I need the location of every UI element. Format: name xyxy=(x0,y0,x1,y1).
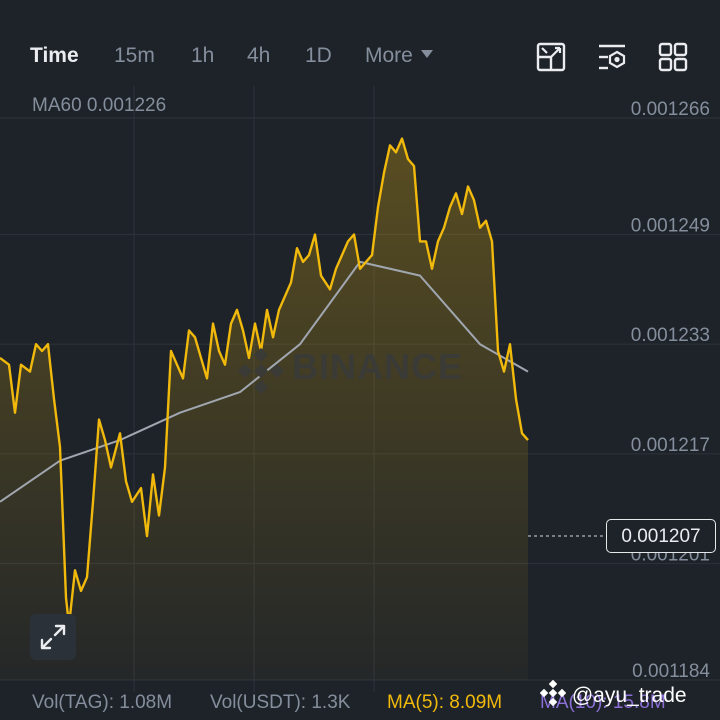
vol-tag: Vol(TAG): 1.08M xyxy=(32,692,173,713)
chart-toolbar: Time 15m 1h 4h 1D More xyxy=(0,28,720,84)
binance-small-logo-icon xyxy=(539,679,567,707)
tab-time[interactable]: Time xyxy=(30,44,79,68)
ma5-volume: MA(5): 8.09M xyxy=(387,692,503,713)
tab-1h[interactable]: 1h xyxy=(191,44,214,68)
user-handle: @ayu_trade xyxy=(571,684,687,707)
y-tick-label-3: 0.001217 xyxy=(631,435,710,456)
indicator-settings-icon[interactable] xyxy=(597,42,627,72)
vol-usdt: Vol(USDT): 1.3K xyxy=(210,692,351,713)
current-price-label: 0.001207 xyxy=(606,519,716,553)
tab-1d[interactable]: 1D xyxy=(305,44,332,68)
user-watermark: @ayu_trade xyxy=(539,679,687,708)
fullscreen-button[interactable] xyxy=(30,614,76,660)
ma60-legend: MA60 0.001226 xyxy=(32,95,167,116)
tab-4h[interactable]: 4h xyxy=(247,44,270,68)
y-tick-label-1: 0.001249 xyxy=(631,216,710,237)
binance-watermark: BINANCE xyxy=(292,346,464,387)
tab-more[interactable]: More xyxy=(365,44,433,68)
y-tick-label-0: 0.001266 xyxy=(631,99,710,120)
y-tick-label-2: 0.001233 xyxy=(631,325,710,346)
y-tick-label-5: 0.001184 xyxy=(632,661,710,682)
grid-layout-icon[interactable] xyxy=(658,42,688,72)
caret-down-icon xyxy=(420,50,433,59)
chart-app: 0.001266 0.001249 0.001233 0.001217 0.001201… xyxy=(0,0,720,720)
tab-15m[interactable]: 15m xyxy=(114,44,155,68)
depth-chart-icon[interactable] xyxy=(536,42,566,72)
price-area-fill xyxy=(0,138,528,681)
binance-logo-icon xyxy=(238,348,284,394)
tab-more-label: More xyxy=(365,44,413,67)
expand-icon xyxy=(40,624,66,650)
